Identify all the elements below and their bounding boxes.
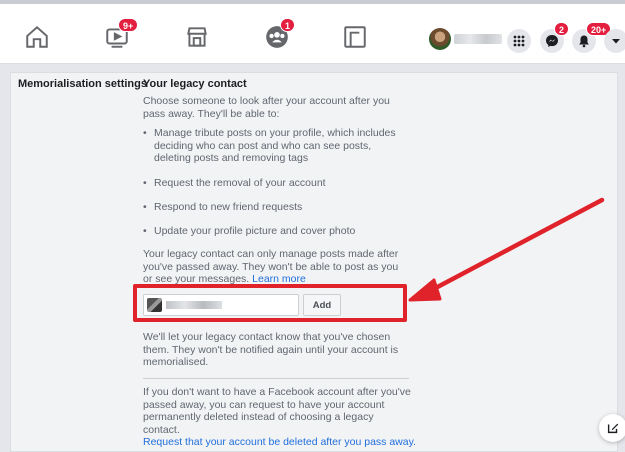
messenger-badge: 2 bbox=[554, 22, 570, 36]
grid-icon bbox=[513, 35, 525, 47]
bullet-friend-requests: Respond to new friend requests bbox=[143, 201, 413, 214]
section-divider bbox=[143, 378, 409, 379]
notify-text: We'll let your legacy contact know that … bbox=[143, 331, 399, 368]
gaming-icon[interactable] bbox=[342, 24, 368, 50]
groups-badge: 1 bbox=[280, 18, 296, 32]
top-navigation-bar: 9+ 1 2 20+ bbox=[0, 4, 625, 64]
legacy-contact-column: Your legacy contact Choose someone to lo… bbox=[143, 78, 416, 448]
legacy-contact-heading: Your legacy contact bbox=[143, 78, 247, 90]
bullet-update-photos: Update your profile picture and cover ph… bbox=[143, 225, 413, 238]
settings-section-label: Memorialisation settings bbox=[18, 78, 147, 90]
bullet-request-removal: Request the removal of your account bbox=[143, 177, 413, 190]
profile-shortcut[interactable] bbox=[429, 28, 502, 54]
caret-down-icon bbox=[612, 39, 620, 44]
watch-badge: 9+ bbox=[118, 18, 139, 32]
watch-icon[interactable]: 9+ bbox=[104, 18, 139, 50]
messenger-icon bbox=[546, 35, 558, 47]
compose-message-button[interactable] bbox=[599, 414, 625, 442]
marketplace-icon[interactable] bbox=[184, 24, 210, 50]
messenger-button[interactable]: 2 bbox=[540, 22, 570, 53]
request-deletion-link[interactable]: Request that your account be deleted aft… bbox=[143, 436, 423, 449]
menu-button[interactable] bbox=[507, 29, 531, 53]
compose-icon bbox=[607, 423, 619, 434]
highlight-box bbox=[133, 284, 407, 322]
bullet-manage-tribute: Manage tribute posts on your profile, wh… bbox=[143, 127, 405, 165]
notifications-button[interactable]: 20+ bbox=[572, 22, 612, 53]
account-dropdown-button[interactable] bbox=[604, 29, 625, 53]
legacy-intro-text: Choose someone to look after your accoun… bbox=[143, 95, 390, 120]
delete-account-text: If you don't want to have a Facebook acc… bbox=[143, 386, 411, 436]
legacy-note-text: Your legacy contact can only manage post… bbox=[143, 248, 408, 286]
home-icon[interactable] bbox=[24, 24, 50, 50]
blurred-username bbox=[454, 34, 502, 44]
avatar bbox=[429, 28, 451, 50]
groups-icon[interactable]: 1 bbox=[264, 18, 296, 50]
bell-icon bbox=[579, 35, 589, 48]
memorialisation-settings-panel: Memorialisation settings Your legacy con… bbox=[10, 72, 618, 452]
